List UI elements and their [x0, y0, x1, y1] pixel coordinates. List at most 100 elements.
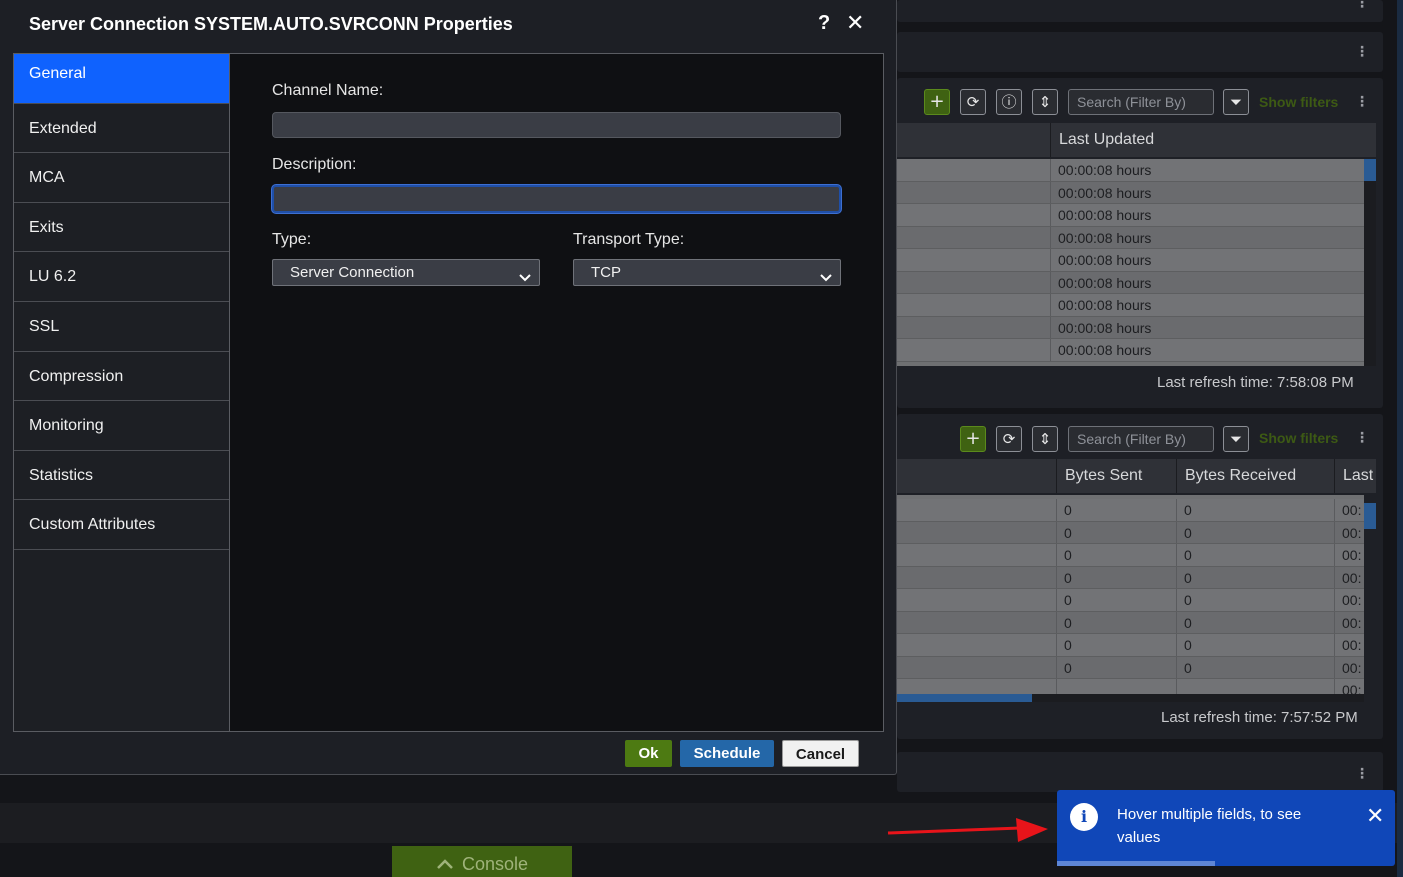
table-cell: 0 [1064, 524, 1072, 541]
cancel-button[interactable]: Cancel [782, 740, 859, 767]
table-row[interactable]: 00:00:08 hours [897, 159, 1364, 182]
sidebar-item-lu62[interactable]: LU 6.2 [14, 252, 229, 302]
table-row[interactable]: 00:00:08 hours [897, 316, 1364, 339]
cell-divider [1056, 521, 1057, 543]
description-field[interactable] [272, 185, 841, 213]
table-row[interactable]: 0 0 00: [897, 589, 1364, 612]
column-header-bytes-received[interactable]: Bytes Received [1176, 459, 1334, 493]
table-cell: 00:00:08 hours [1058, 342, 1152, 358]
table-row[interactable]: 00:00:08 hours [897, 271, 1364, 294]
page-scrollbar[interactable] [1397, 0, 1403, 877]
table-row[interactable]: 0 0 00: [897, 499, 1364, 522]
sort-icon[interactable]: ⇕ [1032, 426, 1058, 452]
type-select[interactable]: Server Connection [272, 259, 540, 286]
table-row[interactable]: 0 0 00: [897, 566, 1364, 589]
cell-divider [1056, 656, 1057, 678]
chevron-up-icon [436, 846, 454, 877]
kebab-menu-icon[interactable]: ⋮ [1355, 767, 1369, 781]
sidebar-item-extended[interactable]: Extended [14, 104, 229, 154]
table-row[interactable]: 0 0 00: [897, 521, 1364, 544]
column-header-last[interactable]: Last [1334, 459, 1376, 493]
table-cell: 00: [1342, 592, 1362, 608]
add-icon[interactable]: + [924, 89, 950, 115]
scrollbar-thumb[interactable] [1364, 503, 1376, 529]
search-input[interactable]: Search (Filter By) [1068, 426, 1214, 452]
table-cell: 00: [1342, 547, 1362, 563]
table-cell: 00:00:08 hours [1058, 274, 1152, 291]
cell-divider [1056, 544, 1057, 566]
close-icon[interactable]: ✕ [1366, 806, 1384, 828]
kebab-menu-icon[interactable]: ⋮ [1355, 431, 1369, 445]
cell-divider [1050, 159, 1051, 181]
cell-divider [1176, 589, 1177, 611]
column-header-last-updated[interactable]: Last Updated [1050, 123, 1376, 157]
table-cell: 00:00:08 hours [1058, 162, 1152, 178]
cell-divider [1050, 271, 1051, 293]
scrollbar-track[interactable] [1364, 181, 1376, 366]
table-cell: 0 [1064, 592, 1072, 608]
cell-divider [1176, 679, 1177, 694]
show-filters-link[interactable]: Show filters [1259, 430, 1338, 446]
show-filters-link[interactable]: Show filters [1259, 94, 1338, 110]
horizontal-scrollbar[interactable] [897, 694, 1364, 702]
transport-type-select[interactable]: TCP [573, 259, 841, 286]
sidebar-item-general[interactable]: General [14, 54, 229, 104]
cell-divider [1176, 656, 1177, 678]
toast-progress [1057, 861, 1215, 866]
sidebar-item-monitoring[interactable]: Monitoring [14, 401, 229, 451]
table-cell: 0 [1184, 659, 1192, 676]
help-icon[interactable]: ? [818, 12, 830, 35]
table-cell: 0 [1064, 502, 1072, 518]
table-row[interactable]: 0 0 00: [897, 611, 1364, 634]
cell-divider [1050, 181, 1051, 203]
scrollbar-thumb[interactable] [897, 694, 1032, 702]
kebab-menu-icon[interactable]: ⋮ [1355, 95, 1369, 109]
console-toggle-button[interactable]: Console [392, 846, 572, 877]
scrollbar-thumb[interactable] [1397, 0, 1403, 877]
table-row[interactable]: 00:00:08 hours [897, 294, 1364, 317]
ok-button[interactable]: Ok [625, 740, 672, 767]
cell-divider [1176, 499, 1177, 521]
table-row[interactable]: 00:00:08 hours [897, 181, 1364, 204]
toast-message: Hover multiple fields, to see values [1117, 806, 1302, 846]
table-cell: 0 [1184, 637, 1192, 653]
table-row[interactable]: 00:00:08 hours [897, 249, 1364, 272]
refresh-icon[interactable]: ⟳ [960, 89, 986, 115]
table-cell: 0 [1184, 569, 1192, 586]
info-icon[interactable]: ⓘ [996, 89, 1022, 115]
cell-divider [1050, 339, 1051, 361]
table-cell: 00:00:08 hours [1058, 319, 1152, 336]
add-icon[interactable]: + [960, 426, 986, 452]
kebab-menu-icon[interactable]: ⋮ [1355, 45, 1369, 59]
table-row[interactable]: 0 0 00: [897, 544, 1364, 567]
table-row[interactable]: 00:00:08 hours [897, 226, 1364, 249]
table-row[interactable]: 00:00:08 hours [897, 339, 1364, 362]
table-row[interactable]: 0 0 00: [897, 656, 1364, 679]
type-select-value: Server Connection [290, 264, 415, 281]
close-icon[interactable]: ✕ [846, 11, 864, 36]
cell-divider [1334, 656, 1335, 678]
filter-icon[interactable]: ⏷ [1223, 89, 1249, 115]
column-header-bytes-sent[interactable]: Bytes Sent [1056, 459, 1176, 493]
sidebar-item-mca[interactable]: MCA [14, 153, 229, 203]
refresh-icon[interactable]: ⟳ [996, 426, 1022, 452]
table-row[interactable]: 0 0 00: [897, 634, 1364, 657]
channel-name-field[interactable] [272, 112, 841, 138]
search-input[interactable]: Search (Filter By) [1068, 89, 1214, 115]
table-cell: 00: [1342, 569, 1362, 586]
table-row[interactable]: 00: [897, 679, 1364, 694]
scrollbar-thumb[interactable] [1364, 159, 1376, 181]
sidebar-item-custom-attributes[interactable]: Custom Attributes [14, 500, 229, 550]
sidebar-item-exits[interactable]: Exits [14, 203, 229, 253]
sidebar-item-ssl[interactable]: SSL [14, 302, 229, 352]
sidebar-item-statistics[interactable]: Statistics [14, 451, 229, 501]
table-row[interactable]: 00:00:08 hours [897, 204, 1364, 227]
schedule-button[interactable]: Schedule [680, 740, 774, 767]
filter-icon[interactable]: ⏷ [1223, 426, 1249, 452]
table-body: 00:00:08 hours 00:00:08 hours 00:00:08 hou… [897, 159, 1364, 366]
cell-divider [1050, 316, 1051, 338]
cell-divider [1050, 249, 1051, 271]
sort-icon[interactable]: ⇕ [1032, 89, 1058, 115]
sidebar-item-compression[interactable]: Compression [14, 352, 229, 402]
kebab-menu-icon[interactable]: ⋮ [1355, 0, 1369, 10]
